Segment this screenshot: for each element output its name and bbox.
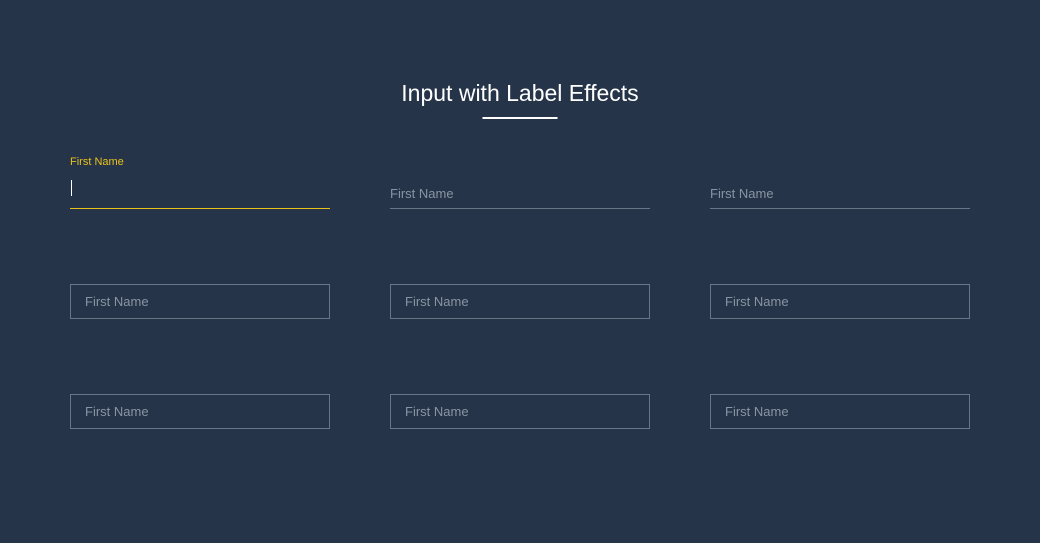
field-first-name-7 [70, 394, 330, 429]
input-first-name-3[interactable] [710, 174, 970, 209]
input-first-name-2[interactable] [390, 174, 650, 209]
input-first-name-6[interactable] [710, 284, 970, 319]
field-first-name-2 [390, 174, 650, 209]
field-first-name-4 [70, 284, 330, 319]
main-container: Input with Label Effects First Name [0, 0, 1040, 429]
input-first-name-1[interactable] [70, 174, 330, 209]
field-first-name-5 [390, 284, 650, 319]
header: Input with Label Effects [65, 80, 975, 119]
page-title: Input with Label Effects [401, 80, 638, 119]
input-first-name-4[interactable] [70, 284, 330, 319]
field-first-name-6 [710, 284, 970, 319]
input-first-name-7[interactable] [70, 394, 330, 429]
input-grid: First Name [65, 174, 975, 429]
field-first-name-9 [710, 394, 970, 429]
input-first-name-5[interactable] [390, 284, 650, 319]
field-first-name-1: First Name [70, 174, 330, 209]
field-first-name-8 [390, 394, 650, 429]
input-first-name-9[interactable] [710, 394, 970, 429]
field-first-name-3 [710, 174, 970, 209]
input-first-name-8[interactable] [390, 394, 650, 429]
text-cursor [71, 180, 72, 196]
floating-label: First Name [70, 156, 124, 168]
